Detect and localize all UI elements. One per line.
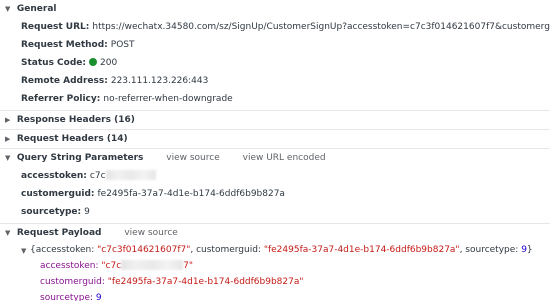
payload-view-source-link[interactable]: view source [124, 228, 177, 238]
payload-summary-sep2: , sourcetype: [459, 245, 522, 255]
request-url-value: https://wechatx.34580.com/sz/SignUp/Cust… [92, 22, 550, 32]
status-ok-icon [89, 58, 97, 66]
payload-sourcetype-row: sourcetype: 9 [0, 290, 550, 301]
request-payload-header[interactable]: ▼ Request Payload view source [0, 224, 550, 242]
query-accesstoken-row: accesstoken: c7c [0, 167, 550, 185]
payload-customerguid-key: customerguid: [40, 277, 105, 287]
payload-sourcetype-key: sourcetype: [40, 293, 94, 301]
query-accesstoken-key: accesstoken: [21, 171, 87, 181]
devtools-headers-panel: ▼ General Request URL: https://wechatx.34… [0, 0, 550, 301]
payload-customerguid-value: "fe2495fa-37a7-4d1e-b174-6ddf6b9b827a" [107, 277, 304, 287]
payload-sourcetype-value: 9 [95, 293, 102, 301]
query-customerguid-key: customerguid: [21, 189, 95, 199]
response-headers-title: Response Headers (16) [16, 115, 135, 125]
query-sourcetype-key: sourcetype: [21, 207, 82, 217]
request-headers-title: Request Headers (14) [16, 134, 128, 144]
expanded-triangle-icon: ▼ [5, 5, 11, 13]
request-method-value: POST [110, 40, 135, 50]
general-section: ▼ General Request URL: https://wechatx.34… [0, 0, 550, 111]
query-view-source-link[interactable]: view source [166, 153, 219, 163]
referrer-policy-key: Referrer Policy: [21, 94, 101, 104]
request-url-row: Request URL: https://wechatx.34580.com/sz… [0, 18, 550, 36]
response-headers-section: ▶ Response Headers (16) [0, 111, 550, 130]
request-payload-title: Request Payload [16, 228, 102, 238]
payload-accesstoken-value-suffix: 7" [183, 261, 194, 271]
request-headers-header[interactable]: ▶ Request Headers (14) [0, 130, 550, 148]
payload-summary-close: } [526, 245, 533, 255]
payload-object-summary[interactable]: ▼ {accesstoken: "c7c3f014621607f7", custo… [0, 242, 550, 258]
query-string-title: Query String Parameters [16, 153, 144, 163]
status-code-value: 200 [100, 58, 118, 68]
expanded-triangle-icon: ▼ [5, 229, 11, 237]
payload-summary-sep1: , customerguid: [190, 245, 264, 255]
remote-address-row: Remote Address: 223.111.123.226:443 [0, 72, 550, 90]
query-customerguid-value: fe2495fa-37a7-4d1e-b174-6ddf6b9b827a [97, 189, 285, 199]
request-payload-section: ▼ Request Payload view source ▼ {accessto… [0, 224, 550, 301]
request-method-row: Request Method: POST [0, 36, 550, 54]
response-headers-header[interactable]: ▶ Response Headers (16) [0, 111, 550, 129]
remote-address-value: 223.111.123.226:443 [110, 76, 209, 86]
redacted-mask [121, 260, 184, 270]
expanded-triangle-icon: ▼ [21, 247, 27, 255]
payload-accesstoken-value-prefix: "c7c [101, 261, 122, 271]
query-sourcetype-row: sourcetype: 9 [0, 203, 550, 221]
payload-customerguid-row: customerguid: "fe2495fa-37a7-4d1e-b174-6… [0, 274, 550, 290]
collapsed-triangle-icon: ▶ [5, 135, 11, 143]
referrer-policy-value: no-referrer-when-downgrade [103, 94, 233, 104]
query-sourcetype-value: 9 [84, 207, 90, 217]
collapsed-triangle-icon: ▶ [5, 116, 11, 124]
general-header[interactable]: ▼ General [0, 0, 550, 18]
payload-summary-open: {accesstoken: [30, 245, 98, 255]
payload-accesstoken-row: accesstoken: "c7c 7" [0, 258, 550, 274]
request-method-key: Request Method: [21, 40, 108, 50]
request-url-key: Request URL: [21, 22, 90, 32]
query-string-section: ▼ Query String Parameters view source vi… [0, 149, 550, 224]
expanded-triangle-icon: ▼ [5, 154, 11, 162]
request-headers-section: ▶ Request Headers (14) [0, 130, 550, 149]
redacted-mask [105, 170, 156, 180]
query-view-url-encoded-link[interactable]: view URL encoded [243, 153, 326, 163]
payload-accesstoken-key: accesstoken: [40, 261, 99, 271]
remote-address-key: Remote Address: [21, 76, 108, 86]
payload-summary-customerguid: "fe2495fa-37a7-4d1e-b174-6ddf6b9b827a" [263, 245, 460, 255]
referrer-policy-row: Referrer Policy: no-referrer-when-downgra… [0, 90, 550, 108]
payload-summary-accesstoken: "c7c3f014621607f7" [97, 245, 191, 255]
query-accesstoken-value: c7c [89, 171, 106, 181]
status-code-key: Status Code: [21, 58, 86, 68]
status-code-row: Status Code: 200 [0, 54, 550, 72]
query-customerguid-row: customerguid: fe2495fa-37a7-4d1e-b174-6dd… [0, 185, 550, 203]
general-title: General [16, 4, 57, 14]
query-string-header[interactable]: ▼ Query String Parameters view source vi… [0, 149, 550, 167]
